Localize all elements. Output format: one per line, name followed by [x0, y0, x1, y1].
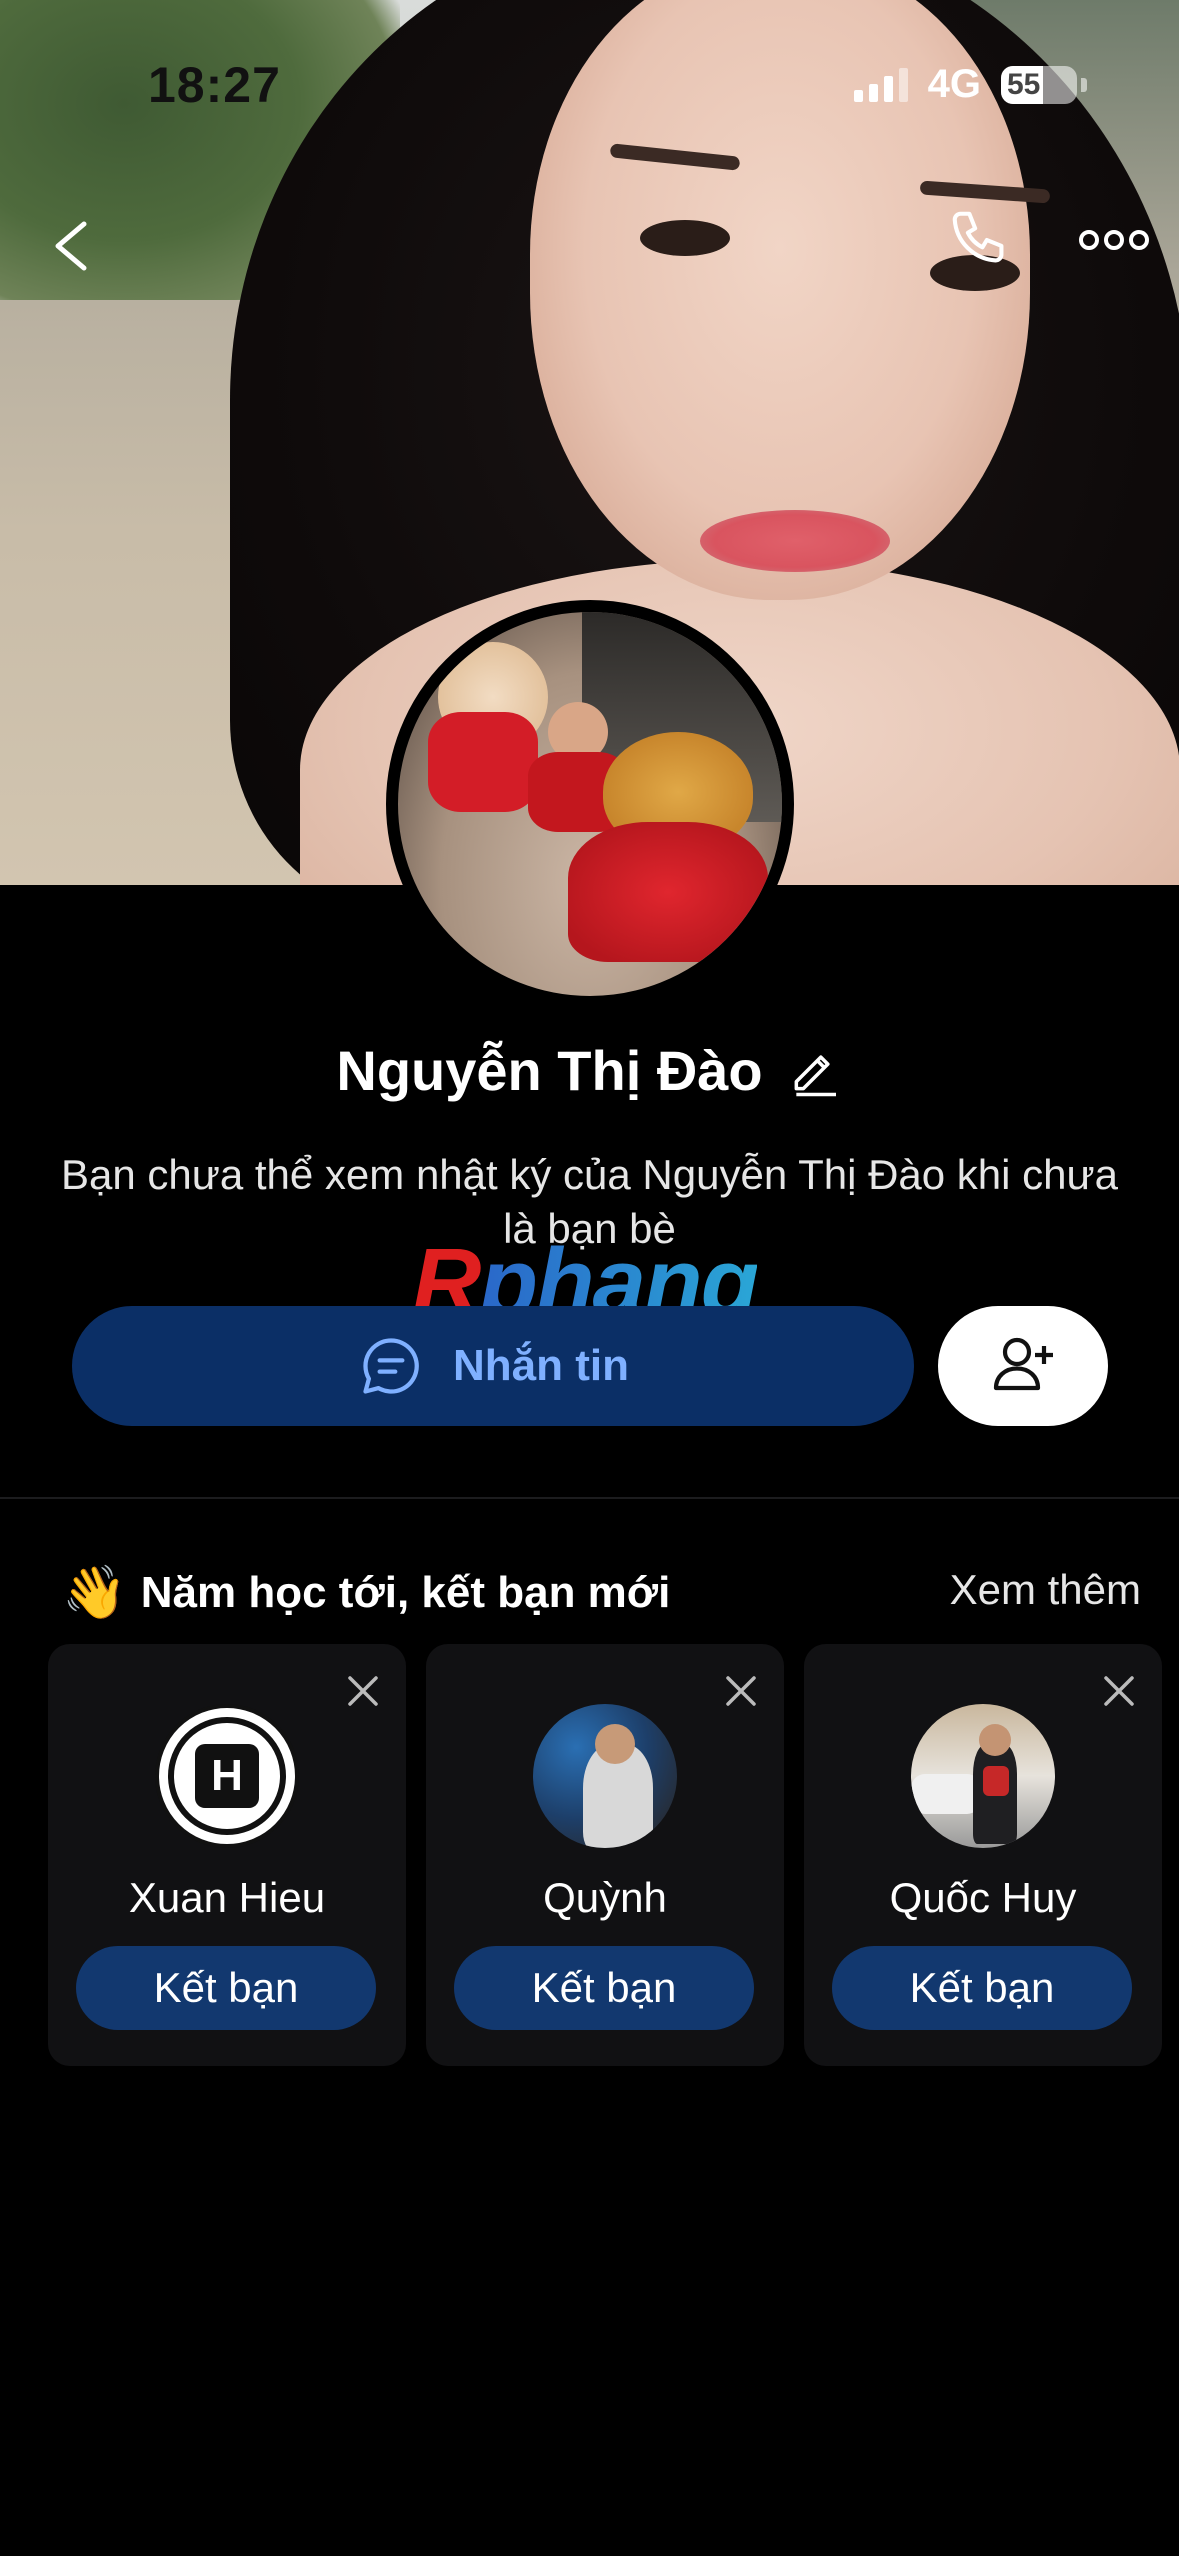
avatar-person-head — [595, 1724, 635, 1764]
close-icon[interactable] — [346, 1674, 380, 1708]
suggestions-title-text: Năm học tới, kết bạn mới — [140, 1567, 671, 1617]
profile-name: Nguyễn Thị Đào — [336, 1038, 763, 1102]
suggestion-avatar[interactable] — [533, 1704, 677, 1848]
network-type: 4G — [927, 62, 981, 106]
phone-icon[interactable] — [946, 205, 1016, 275]
barber-logo-ring: H — [168, 1717, 286, 1835]
avatar-person-head — [979, 1724, 1011, 1756]
message-button[interactable]: Nhắn tin — [72, 1306, 914, 1426]
status-indicators: 4G 55 — [853, 62, 1087, 107]
suggestion-avatar[interactable] — [911, 1704, 1055, 1848]
add-friend-button[interactable]: Kết bạn — [76, 1946, 376, 2030]
avatar-dog-back-shirt — [428, 712, 538, 812]
edit-pencil-icon[interactable] — [787, 1042, 843, 1098]
status-time: 18:27 — [148, 57, 281, 113]
add-user-icon — [987, 1328, 1059, 1405]
add-friend-button[interactable] — [938, 1306, 1108, 1426]
chevron-left-icon[interactable] — [40, 210, 100, 280]
waving-hand-icon: 👋 — [62, 1564, 127, 1622]
suggestions-title: 👋 Năm học tới, kết bạn mới — [62, 1562, 670, 1623]
close-icon[interactable] — [1102, 1674, 1136, 1708]
avatar-dog-front-shirt — [568, 822, 768, 962]
message-button-label: Nhắn tin — [453, 1341, 629, 1390]
cover-eye-left — [640, 220, 730, 256]
suggestion-card[interactable]: Quỳnh Kết bạn — [426, 1644, 784, 2066]
battery-tip — [1081, 77, 1087, 92]
add-friend-button[interactable]: Kết bạn — [454, 1946, 754, 2030]
barber-logo-letter: H — [195, 1744, 259, 1808]
avatar[interactable] — [386, 600, 794, 1008]
see-more-link[interactable]: Xem thêm — [950, 1566, 1141, 1614]
section-divider — [0, 1497, 1179, 1499]
battery-icon: 55 — [1001, 65, 1077, 104]
battery-percent: 55 — [1007, 67, 1041, 101]
suggestion-avatar[interactable]: H — [155, 1704, 299, 1848]
suggestion-name: Quỳnh — [543, 1874, 667, 1921]
profile-name-row: Nguyễn Thị Đào — [0, 1030, 1179, 1110]
suggestion-name: Xuan Hieu — [128, 1874, 326, 1921]
avatar-car — [911, 1774, 981, 1814]
more-dots-icon[interactable] — [1078, 225, 1150, 255]
add-friend-button[interactable]: Kết bạn — [832, 1946, 1132, 2030]
suggestion-card[interactable]: H Xuan Hieu Kết bạn — [48, 1644, 406, 2066]
cover-lips — [700, 510, 890, 572]
suggestion-name: Quốc Huy — [889, 1874, 1077, 1921]
signal-icon — [853, 67, 908, 102]
chat-bubble-icon — [357, 1332, 425, 1400]
close-icon[interactable] — [724, 1674, 758, 1708]
suggestion-card[interactable]: Quốc Huy Kết bạn — [804, 1644, 1162, 2066]
avatar-bag — [983, 1766, 1009, 1796]
